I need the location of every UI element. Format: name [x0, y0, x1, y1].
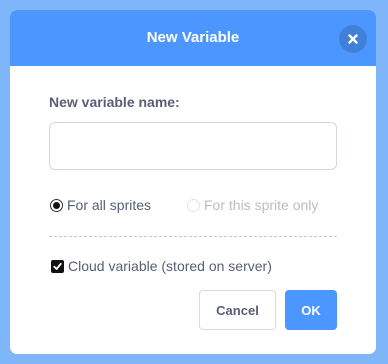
- radio-selected-icon: [50, 198, 63, 212]
- close-button[interactable]: [339, 25, 367, 53]
- radio-for-this-sprite-only[interactable]: For this sprite only: [187, 196, 318, 214]
- variable-name-label: New variable name:: [49, 94, 180, 110]
- ok-button[interactable]: OK: [285, 290, 337, 330]
- radio-for-all-sprites-label: For all sprites: [67, 197, 152, 213]
- dialog-header: New Variable: [10, 10, 376, 66]
- cloud-variable-label: Cloud variable (stored on server): [68, 258, 272, 274]
- radio-for-this-sprite-only-label: For this sprite only: [204, 197, 319, 213]
- close-x-icon: [348, 34, 358, 44]
- new-variable-dialog: New Variable New variable name: For all …: [10, 10, 376, 354]
- radio-for-all-sprites[interactable]: For all sprites: [50, 196, 151, 214]
- variable-name-input[interactable]: [49, 122, 337, 170]
- dialog-title: New Variable: [146, 29, 240, 46]
- dashed-divider: [49, 236, 337, 237]
- radio-unselected-icon: [187, 198, 200, 212]
- cancel-button[interactable]: Cancel: [199, 290, 276, 330]
- checkbox-checked-icon: [51, 259, 64, 273]
- cloud-variable-checkbox[interactable]: Cloud variable (stored on server): [51, 257, 272, 275]
